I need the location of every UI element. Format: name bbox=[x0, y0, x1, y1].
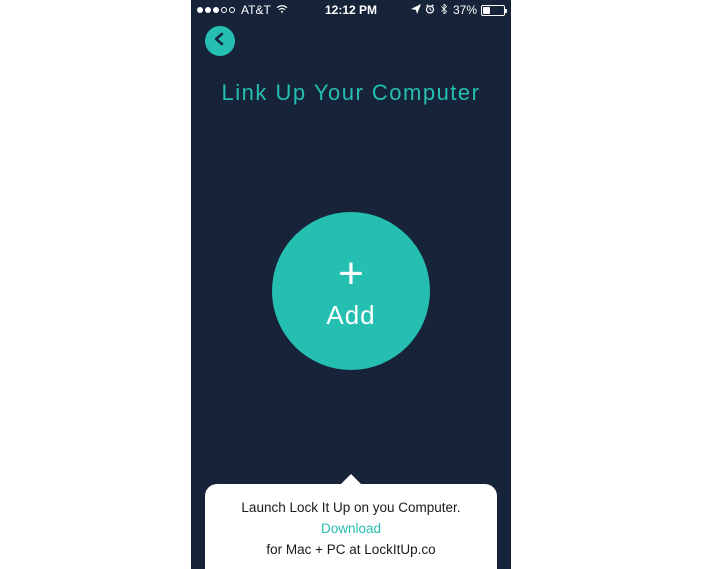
battery-percentage: 37% bbox=[453, 3, 477, 17]
instruction-tooltip: Launch Lock It Up on you Computer. Downl… bbox=[205, 484, 497, 569]
page-title: Link Up Your Computer bbox=[191, 80, 511, 106]
status-left: AT&T bbox=[197, 3, 289, 17]
phone-screen: AT&T 12:12 PM 37% bbox=[191, 0, 511, 569]
clock: 12:12 PM bbox=[325, 3, 377, 17]
location-icon bbox=[411, 3, 421, 17]
add-button[interactable]: + Add bbox=[272, 212, 430, 370]
tooltip-text-1: Launch Lock It Up on you Computer. bbox=[223, 500, 479, 515]
plus-icon: + bbox=[338, 252, 364, 296]
carrier-label: AT&T bbox=[241, 3, 271, 17]
download-link[interactable]: Download bbox=[223, 521, 479, 536]
alarm-icon bbox=[425, 3, 435, 17]
wifi-icon bbox=[275, 3, 289, 17]
status-right: 37% bbox=[411, 3, 505, 17]
battery-icon bbox=[481, 5, 505, 16]
status-bar: AT&T 12:12 PM 37% bbox=[191, 0, 511, 20]
back-arrow-icon bbox=[212, 32, 228, 51]
tooltip-text-2: for Mac + PC at LockItUp.co bbox=[223, 542, 479, 557]
back-button[interactable] bbox=[205, 26, 235, 56]
bluetooth-icon bbox=[439, 3, 449, 17]
add-button-label: Add bbox=[326, 300, 375, 331]
signal-strength-icon bbox=[197, 7, 235, 13]
